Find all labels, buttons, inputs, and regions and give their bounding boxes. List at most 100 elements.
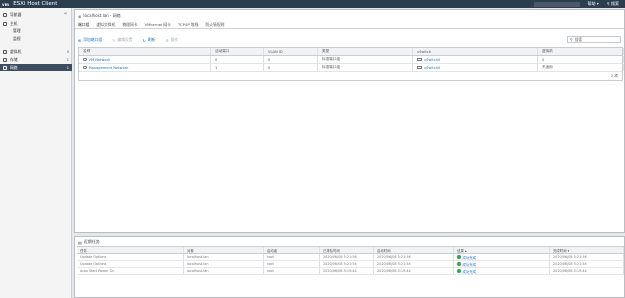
vswitch-icon [417, 58, 422, 61]
column-header[interactable]: 类型 [318, 48, 413, 55]
nav-label: 虚拟机 [10, 48, 22, 54]
nav-networking[interactable]: 网络 1 [0, 64, 72, 71]
column-header[interactable]: 结果 ▴ [454, 247, 550, 253]
table-cell: Update Options [77, 261, 184, 267]
port-groups-table: 名称 活动端口 VLAN ID 类型 vSwitch 虚拟机 VM Networ… [78, 47, 624, 81]
add-port-group-label: 添加端口组 [83, 37, 103, 42]
nav-label: 存储 [10, 56, 18, 62]
result-status: 成功完成 [462, 262, 477, 267]
table-cell: localhost.lan [184, 268, 264, 274]
top-search[interactable]: ⚲ 搜索 [607, 1, 619, 7]
table-header: 名称 活动端口 VLAN ID 类型 vSwitch 虚拟机 [79, 48, 624, 56]
navigator-sidebar: « 导航器 主机 管理 监视 虚拟机 0 存储 1 网络 1 [0, 8, 72, 298]
navigator-icon [3, 12, 7, 17]
help-menu[interactable]: 帮助 ▾ [588, 1, 599, 7]
table-cell: localhost.lan [184, 261, 264, 267]
vmware-logo: vm [2, 1, 10, 7]
nav-storage[interactable]: 存储 1 [0, 56, 72, 63]
table-row[interactable]: VM Network 0 0 标准端口组 vSwitch0 0 [79, 56, 624, 64]
user-menu[interactable] [533, 1, 580, 7]
nav-count-badge: 1 [66, 65, 69, 70]
table-cell: 0 [264, 56, 318, 63]
column-header[interactable]: 启动时间 [374, 247, 454, 253]
network-icon [3, 65, 7, 70]
success-icon [457, 255, 461, 259]
search-icon: ⚲ [570, 37, 573, 42]
vswitch-icon [417, 66, 422, 69]
recent-tasks-panel: ▤ 近期任务 任务 对象 启动者 已排队时间 启动时间 结果 ▴ 完成时间 ▾ … [74, 236, 625, 298]
table-cell: 0 [211, 56, 264, 63]
column-header[interactable]: vSwitch [413, 48, 538, 55]
column-header[interactable]: 活动端口 [211, 48, 264, 55]
actions-label: 操作 [170, 37, 179, 42]
refresh-button[interactable]: ↻ 刷新 [143, 37, 156, 43]
app-title: ESXi Host Client [13, 1, 58, 7]
storage-icon [3, 57, 7, 62]
table-cell: 2020/06/08 5:21:56 [550, 254, 624, 260]
add-icon: ⊞ [78, 37, 82, 43]
search-placeholder: 搜索 [574, 36, 583, 42]
nav-manage[interactable]: 管理 [0, 27, 72, 34]
table-cell: 2020/06/08 5:21:54 [374, 261, 454, 267]
table-cell: 2020/06/08 5:19:44 [550, 268, 624, 274]
column-header[interactable]: 已排队时间 [320, 247, 374, 253]
nav-label: 网络 [10, 64, 18, 70]
vm-icon [3, 49, 7, 54]
breadcrumb-text: localhost.lan - 网络 [83, 13, 121, 18]
table-row[interactable]: Management Network 1 0 标准端口组 vSwitch0 不适… [79, 64, 624, 72]
item-count: 2 项 [610, 73, 618, 78]
nav-monitor[interactable]: 监视 [0, 35, 72, 42]
column-header[interactable]: 启动者 [264, 247, 320, 253]
nav-count-badge: 0 [66, 49, 69, 54]
table-header: 任务 对象 启动者 已排队时间 启动时间 结果 ▴ 完成时间 ▾ [77, 247, 624, 254]
table-cell: 0 [264, 64, 318, 71]
tasks-table: 任务 对象 启动者 已排队时间 启动时间 结果 ▴ 完成时间 ▾ Update … [77, 246, 624, 275]
nav-navigator[interactable]: 导航器 [0, 11, 72, 18]
table-cell: 2020/06/08 5:21:56 [320, 254, 374, 260]
network-icon: ⊕ [78, 13, 82, 19]
table-cell: 不适用 [538, 64, 624, 71]
column-header[interactable]: 虚拟机 [538, 48, 624, 55]
table-cell: 2020/06/08 5:21:54 [320, 261, 374, 267]
table-row[interactable]: Update Options localhost.lan root 2020/0… [77, 261, 624, 268]
actions-button[interactable]: ⚙ 操作 [165, 37, 178, 43]
table-cell: root [264, 261, 320, 267]
recent-tasks-header[interactable]: ▤ 近期任务 [78, 239, 100, 245]
column-header[interactable]: VLAN ID [264, 48, 318, 55]
nav-label: 主机 [10, 20, 18, 26]
top-search-label: 搜索 [611, 1, 619, 6]
nav-count-badge: 1 [66, 57, 69, 62]
toolbar: ⊞ 添加端口组 ✎ 编辑设置 ↻ 刷新 ⚙ 操作 [78, 36, 178, 44]
nav-virtual-machines[interactable]: 虚拟机 0 [0, 48, 72, 55]
nav-label: 导航器 [10, 11, 22, 17]
table-cell: root [264, 268, 320, 274]
table-row[interactable]: Auto Start Power On localhost.lan root 2… [77, 268, 624, 275]
port-group-link[interactable]: Management Network [89, 66, 129, 70]
edit-settings-button[interactable]: ✎ 编辑设置 [112, 37, 132, 43]
host-icon [3, 21, 7, 26]
nav-host[interactable]: 主机 [0, 20, 72, 27]
column-header[interactable]: 对象 [184, 247, 264, 253]
table-cell: 0 [538, 56, 624, 63]
top-bar: vm ESXi Host Client 帮助 ▾ ⚲ 搜索 [0, 0, 625, 8]
result-status: 成功完成 [462, 255, 477, 260]
table-cell: 2020/06/08 5:21:56 [374, 254, 454, 260]
table-cell: Auto Start Power On [77, 268, 184, 274]
success-icon [457, 262, 461, 266]
table-row[interactable]: Update Options localhost.lan root 2020/0… [77, 254, 624, 261]
table-cell: 2020/06/08 5:19:44 [374, 268, 454, 274]
column-header[interactable]: 完成时间 ▾ [550, 247, 624, 253]
vswitch-link[interactable]: vSwitch0 [424, 66, 440, 70]
vswitch-link[interactable]: vSwitch0 [424, 58, 440, 62]
port-group-icon [83, 65, 87, 70]
port-group-link[interactable]: VM Network [89, 58, 111, 62]
column-header[interactable]: 任务 [77, 247, 184, 253]
table-cell: 2020/06/08 5:19:44 [320, 268, 374, 274]
tasks-icon: ▤ [78, 239, 82, 245]
table-cell: root [264, 254, 320, 260]
column-header[interactable]: 名称 [79, 48, 211, 55]
add-port-group-button[interactable]: ⊞ 添加端口组 [78, 37, 102, 43]
table-cell: 2020/06/08 5:21:54 [550, 261, 624, 267]
search-input[interactable]: ⚲ 搜索 [567, 36, 621, 43]
edit-settings-label: 编辑设置 [117, 37, 133, 42]
